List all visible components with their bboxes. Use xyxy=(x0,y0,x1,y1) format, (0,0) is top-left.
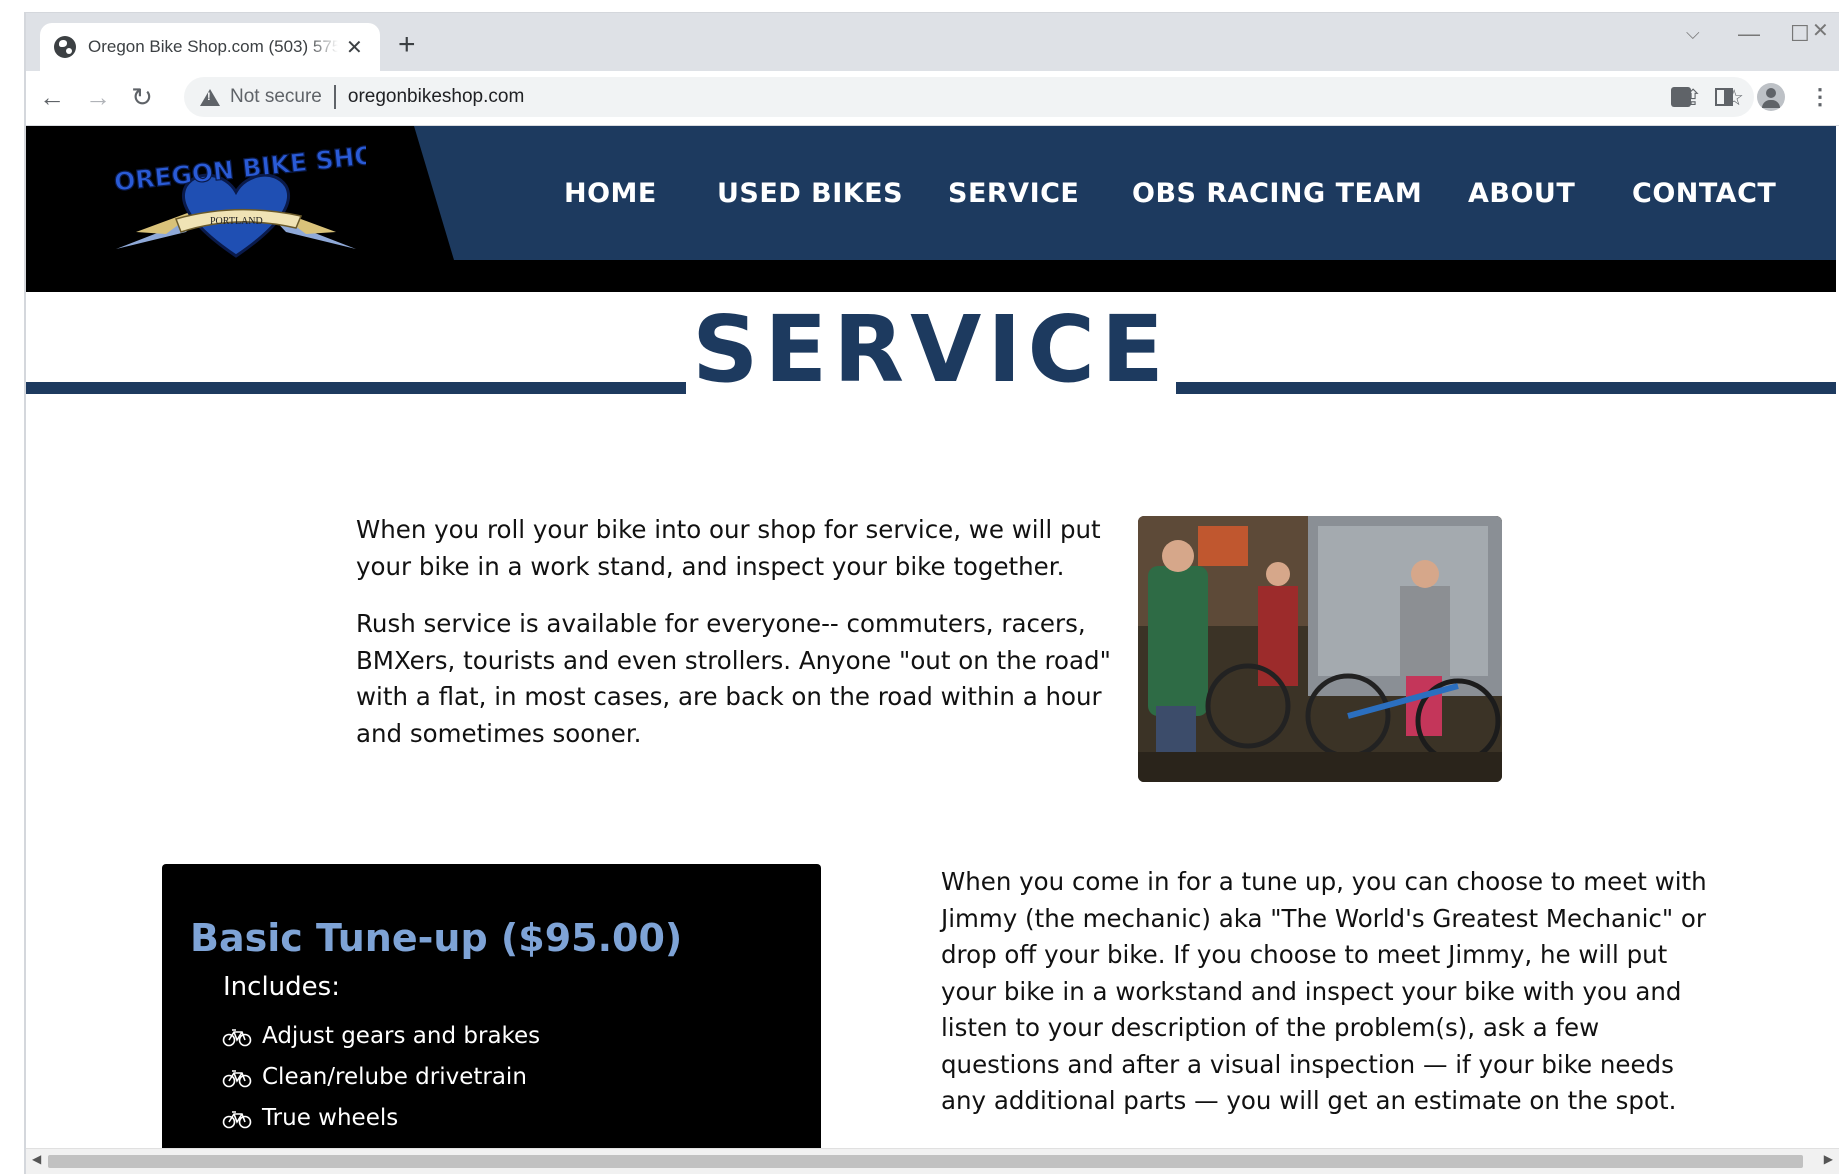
close-tab-button[interactable]: ✕ xyxy=(346,35,363,60)
browser-window: Oregon Bike Shop.com (503) 575-2775 ✕ + … xyxy=(24,12,1839,1174)
main-nav: HOME USED BIKES SERVICE OBS RACING TEAM … xyxy=(414,126,1836,260)
nav-contact[interactable]: CONTACT xyxy=(1632,178,1776,209)
list-item-label: Adjust gears and brakes xyxy=(262,1023,541,1049)
tab-strip: Oregon Bike Shop.com (503) 575-2775 ✕ + … xyxy=(26,13,1839,71)
forward-button[interactable]: → xyxy=(80,79,116,115)
profile-avatar-icon[interactable] xyxy=(1757,83,1785,111)
menu-icon[interactable]: ⋮ xyxy=(1809,84,1831,110)
includes-label: Includes: xyxy=(223,972,340,1002)
page-title: SERVICE xyxy=(686,302,1176,398)
page-viewport: PORTLAND OREGON BIKE SHOP HOME USED BIKE… xyxy=(26,126,1839,1162)
scroll-right-arrow-icon[interactable]: ▶ xyxy=(1824,1152,1833,1166)
scroll-left-arrow-icon[interactable]: ◀ xyxy=(32,1152,41,1166)
intro-paragraph-1: When you roll your bike into our shop fo… xyxy=(356,515,1101,581)
tab-search-button[interactable]: ⌵ xyxy=(1686,23,1700,44)
bicycle-icon xyxy=(222,1069,252,1087)
nav-obs-racing-team[interactable]: OBS RACING TEAM xyxy=(1132,178,1422,209)
site-header: PORTLAND OREGON BIKE SHOP HOME USED BIKE… xyxy=(26,126,1836,292)
new-tab-button[interactable]: + xyxy=(398,30,416,60)
divider xyxy=(333,85,336,109)
list-item: Adjust gears and brakes xyxy=(222,1016,614,1057)
list-item-label: True wheels xyxy=(262,1105,399,1131)
maximize-button[interactable]: ☐ xyxy=(1790,21,1810,47)
nav-home[interactable]: HOME xyxy=(564,178,657,209)
close-window-button[interactable]: ✕ xyxy=(1812,18,1829,43)
minimize-button[interactable]: — xyxy=(1738,21,1760,47)
back-button[interactable]: ← xyxy=(34,79,70,115)
globe-icon xyxy=(54,36,76,58)
tuneup-card: Basic Tune-up ($95.00) Includes: Adjust … xyxy=(162,864,821,1162)
nav-used-bikes[interactable]: USED BIKES xyxy=(717,178,903,209)
browser-toolbar: ← → ↻ Not secure oregonbikeshop.com ⇪ ☆ … xyxy=(26,71,1839,126)
horizontal-scrollbar[interactable]: ◀ ▶ xyxy=(26,1148,1839,1174)
list-item-label: Clean/relube drivetrain xyxy=(262,1064,527,1090)
extensions-icon[interactable] xyxy=(1671,87,1691,107)
bicycle-icon xyxy=(222,1110,252,1128)
browser-tab[interactable]: Oregon Bike Shop.com (503) 575-2775 ✕ xyxy=(40,23,380,71)
tab-title: Oregon Bike Shop.com (503) 575-2775 xyxy=(88,37,338,56)
bicycle-icon xyxy=(222,1028,252,1046)
list-item: Clean/relube drivetrain xyxy=(222,1057,614,1098)
url-text[interactable]: oregonbikeshop.com xyxy=(348,86,524,108)
tuneup-list: Adjust gears and brakes Clean/relube dri… xyxy=(222,1016,614,1162)
address-bar[interactable]: Not secure oregonbikeshop.com ⇪ ☆ xyxy=(184,77,1754,117)
list-item: True wheels xyxy=(222,1098,614,1139)
shop-photo-image xyxy=(1138,516,1502,782)
reload-button[interactable]: ↻ xyxy=(124,79,160,115)
tuneup-title: Basic Tune-up ($95.00) xyxy=(190,916,683,960)
oregon-bike-shop-logo[interactable]: PORTLAND OREGON BIKE SHOP xyxy=(106,144,366,264)
side-panel-icon[interactable] xyxy=(1715,88,1733,106)
tuneup-paragraph: When you come in for a tune up, you can … xyxy=(941,867,1707,1115)
scrollbar-thumb[interactable] xyxy=(48,1155,1803,1168)
nav-service[interactable]: SERVICE xyxy=(948,178,1079,209)
intro-paragraph-2: Rush service is available for everyone--… xyxy=(356,609,1111,748)
nav-about[interactable]: ABOUT xyxy=(1468,178,1575,209)
logo-subtext: PORTLAND xyxy=(210,216,263,227)
security-status[interactable]: Not secure xyxy=(230,86,322,108)
warning-icon xyxy=(200,88,220,106)
toolbar-actions: ⋮ xyxy=(1671,83,1831,111)
